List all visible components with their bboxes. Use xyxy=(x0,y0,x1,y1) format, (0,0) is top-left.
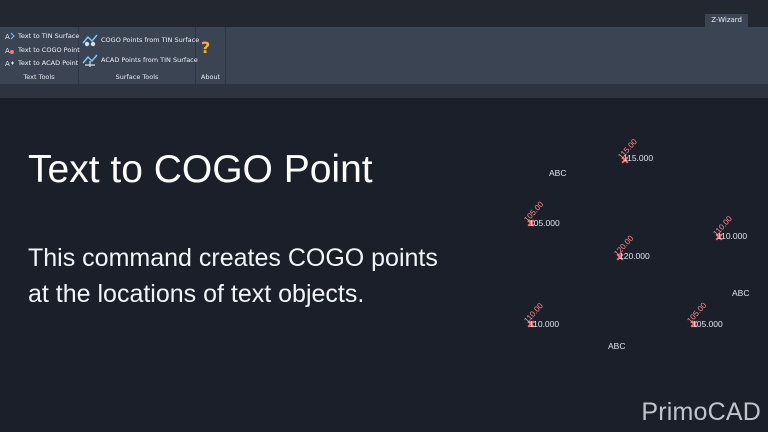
text-to-cogo-point-button[interactable]: A Text to COGO Point xyxy=(5,45,80,55)
description-line-2: at the locations of text objects. xyxy=(28,280,365,308)
acad-surface-icon xyxy=(82,52,98,68)
text-to-cogo-point-label: Text to COGO Point xyxy=(18,46,80,54)
cogo-points-from-tin-surface-button[interactable]: COGO Points from TIN Surface xyxy=(82,32,199,48)
about-panel: ? About xyxy=(196,27,226,84)
help-icon[interactable]: ? xyxy=(201,40,210,56)
text-cogo-icon: A xyxy=(5,45,15,55)
cogo-surface-icon xyxy=(82,32,98,48)
acad-points-from-tin-surface-button[interactable]: ACAD Points from TIN Surface xyxy=(82,52,198,68)
text-object-value: 105.000 xyxy=(529,218,560,228)
text-object-value: 115.000 xyxy=(623,153,654,163)
ribbon: A Text to TIN Surface A Text to COGO Poi… xyxy=(0,27,768,84)
text-tin-icon: A xyxy=(5,31,15,41)
ribbon-divider xyxy=(0,84,768,98)
slide-title: Text to COGO Point xyxy=(28,148,373,191)
top-bar: Z-Wizard xyxy=(0,0,768,27)
surface-tools-panel-label: Surface Tools xyxy=(115,73,159,81)
svg-text:A: A xyxy=(5,60,10,68)
text-object-value: 110.000 xyxy=(529,319,560,329)
text-acad-icon: A xyxy=(5,58,15,68)
text-object-value: 120.000 xyxy=(619,251,650,261)
text-to-acad-point-button[interactable]: A Text to ACAD Point xyxy=(5,58,78,68)
acad-points-from-tin-surface-label: ACAD Points from TIN Surface xyxy=(101,56,198,64)
text-object-value: 110.000 xyxy=(717,231,748,241)
text-object-value: 105.000 xyxy=(692,319,723,329)
description-line-1: This command creates COGO points xyxy=(28,244,438,272)
text-to-tin-surface-button[interactable]: A Text to TIN Surface xyxy=(5,31,79,41)
text-tools-panel: A Text to TIN Surface A Text to COGO Poi… xyxy=(0,27,80,84)
surface-tools-panel: COGO Points from TIN Surface ACAD Points… xyxy=(79,27,199,84)
text-object-abc-2: ABC xyxy=(732,288,750,298)
text-object-abc-3: ABC xyxy=(608,341,626,351)
drawing-canvas[interactable]: Text to COGO Point This command creates … xyxy=(0,98,768,432)
text-to-acad-point-label: Text to ACAD Point xyxy=(18,59,79,67)
svg-text:A: A xyxy=(5,47,10,55)
about-panel-label: About xyxy=(200,73,221,81)
tab-z-wizard[interactable]: Z-Wizard xyxy=(705,14,748,27)
svg-text:A: A xyxy=(5,33,10,41)
text-to-tin-surface-label: Text to TIN Surface xyxy=(18,32,80,40)
slide-description: This command creates COGO points at the … xyxy=(28,240,528,312)
cogo-points-from-tin-surface-label: COGO Points from TIN Surface xyxy=(101,36,200,44)
text-object-abc-1: ABC xyxy=(549,168,567,178)
text-tools-panel-label: Text Tools xyxy=(23,73,55,81)
primocad-logo: PrimoCAD xyxy=(641,398,761,426)
